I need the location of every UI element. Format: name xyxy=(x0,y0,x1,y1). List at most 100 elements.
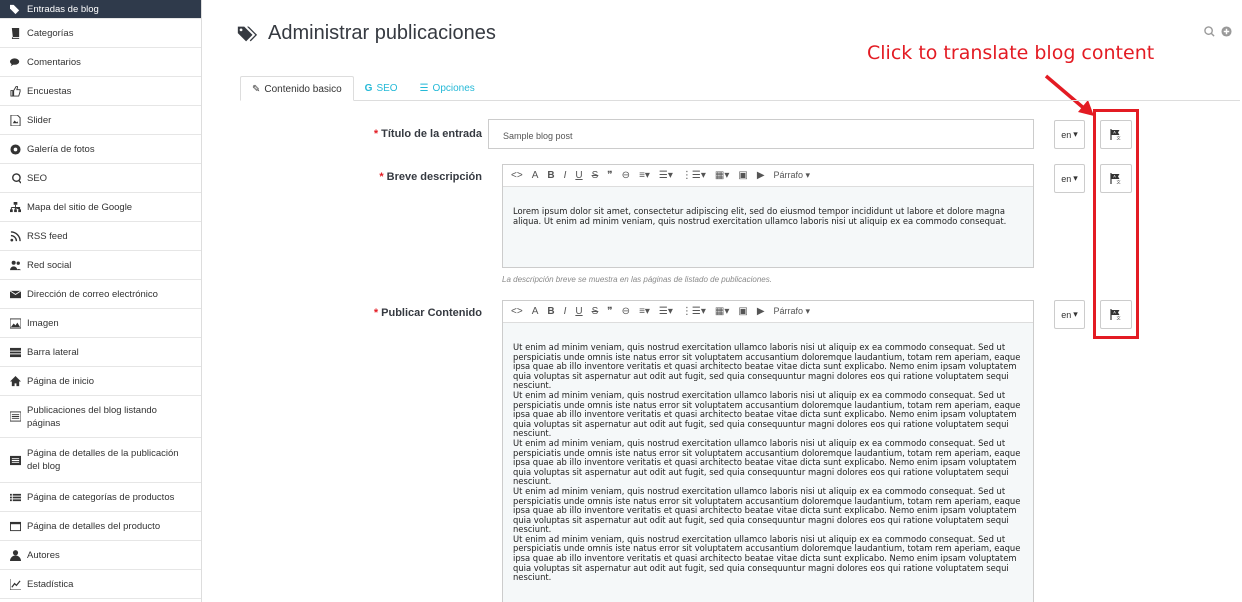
sitemap-icon xyxy=(8,201,22,213)
sidebar-item[interactable]: SEO xyxy=(0,164,201,193)
list-page-icon xyxy=(8,411,22,422)
sidebar-item[interactable]: Página de detalles del producto xyxy=(0,512,201,541)
table-icon[interactable]: ▦▾ xyxy=(715,306,729,317)
format-dropdown-label: Párrafo xyxy=(773,170,804,180)
sidebar-item-label: Publicaciones del blog listando páginas xyxy=(27,404,157,429)
link-icon[interactable]: ⊖ xyxy=(622,170,630,181)
italic-icon[interactable]: I xyxy=(564,170,567,181)
chart-icon xyxy=(8,578,22,590)
sidebar-item[interactable]: Slider xyxy=(0,106,201,135)
sidebar-item[interactable]: RSS feed xyxy=(0,222,201,251)
italic-icon[interactable]: I xyxy=(564,306,567,317)
content-editor[interactable]: <> A B I U S ❞ ⊖ ≡▾ ☰▾ ⋮☰▾ ▦▾ ▣ ▶ Párrafo ▾ Ut enim ad… xyxy=(502,300,1034,602)
bullet-list-icon[interactable]: ☰▾ xyxy=(659,306,673,317)
content-paragraph: Ut enim ad minim veniam, quis nostrud ex… xyxy=(513,389,1021,439)
content-paragraph: Ut enim ad minim veniam, quis nostrud ex… xyxy=(513,342,1021,391)
underline-icon[interactable]: U xyxy=(575,306,582,317)
short-desc-label: * Breve descripción xyxy=(379,171,482,183)
sidebar-item[interactable]: Página de detalles de la publicación del… xyxy=(0,438,201,483)
list-icon: ☰ xyxy=(419,83,429,94)
thumbs-up-icon xyxy=(8,85,22,97)
zoom-icon[interactable] xyxy=(1204,26,1215,37)
image-icon[interactable]: ▣ xyxy=(738,306,747,317)
sidebar-item[interactable]: Comentarios xyxy=(0,48,201,77)
users-icon xyxy=(8,260,22,271)
short-desc-text[interactable]: Lorem ipsum dolor sit amet, consectetur … xyxy=(503,187,1033,226)
short-desc-help: La descripción breve se muestra en las p… xyxy=(502,275,772,284)
sidebar-item-label: Mapa del sitio de Google xyxy=(27,201,133,213)
image-icon[interactable]: ▣ xyxy=(738,170,747,181)
tags-icon xyxy=(8,4,22,15)
content-lang-dropdown[interactable]: en ▾ xyxy=(1054,300,1085,329)
short-desc-editor[interactable]: <> A B I U S ❞ ⊖ ≡▾ ☰▾ ⋮☰▾ ▦▾ ▣ ▶ Párrafo ▾ Lorem ipsu… xyxy=(502,164,1034,268)
picture-icon xyxy=(8,317,22,329)
edit-icon: ✎ xyxy=(252,84,261,95)
sidebar-item-label: Estadística xyxy=(27,578,74,590)
sidebar-item[interactable]: Red social xyxy=(0,251,201,280)
numbered-list-icon[interactable]: ⋮☰▾ xyxy=(682,170,706,181)
title-input-value: Sample blog post xyxy=(503,131,573,141)
content-label: * Publicar Contenido xyxy=(373,307,482,319)
bullet-list-icon[interactable]: ☰▾ xyxy=(659,170,673,181)
title-input[interactable]: Sample blog post xyxy=(488,119,1034,149)
code-icon[interactable]: <> xyxy=(511,306,523,317)
tab-label: Contenido basico xyxy=(264,84,342,95)
sidebar-item[interactable]: Página de categorías de productos xyxy=(0,483,201,512)
media-icon[interactable]: ▶ xyxy=(757,170,765,181)
sidebar-item[interactable]: Encuestas xyxy=(0,77,201,106)
google-icon: G xyxy=(364,83,373,94)
text-color-icon[interactable]: A xyxy=(532,170,539,181)
sidebar-item-label: Galería de fotos xyxy=(27,143,95,155)
media-icon[interactable]: ▶ xyxy=(757,306,765,317)
sidebar: Entradas de blog Categorías Comentarios Enc… xyxy=(0,0,202,602)
sidebar-item[interactable]: Dirección de correo electrónico xyxy=(0,280,201,309)
sidebar-item[interactable]: Entradas de blog xyxy=(0,0,201,19)
sidebar-item[interactable]: Categorías xyxy=(0,19,201,48)
sidebar-item[interactable]: Página de inicio xyxy=(0,367,201,396)
strikethrough-icon[interactable]: S xyxy=(592,306,599,317)
sidebar-item[interactable]: Autores xyxy=(0,541,201,570)
tab-seo[interactable]: G SEO xyxy=(354,76,409,101)
format-dropdown[interactable]: Párrafo ▾ xyxy=(774,306,811,317)
table-icon[interactable]: ▦▾ xyxy=(715,170,729,181)
format-dropdown[interactable]: Párrafo ▾ xyxy=(774,170,811,181)
align-icon[interactable]: ≡▾ xyxy=(639,170,650,181)
short-desc-lang-dropdown[interactable]: en ▾ xyxy=(1054,164,1085,193)
sidebar-item-label: Barra lateral xyxy=(27,346,79,358)
tab-opciones[interactable]: ☰ Opciones xyxy=(409,76,486,101)
link-icon[interactable]: ⊖ xyxy=(622,306,630,317)
sidebar-item[interactable]: Imagen xyxy=(0,309,201,338)
header-icons xyxy=(1204,26,1232,37)
list-icon xyxy=(8,492,22,503)
content-paragraph: Ut enim ad minim veniam, quis nostrud ex… xyxy=(513,533,1021,583)
code-icon[interactable]: <> xyxy=(511,170,523,181)
align-icon[interactable]: ≡▾ xyxy=(639,306,650,317)
tags-icon xyxy=(237,26,258,41)
title-lang-dropdown[interactable]: en ▾ xyxy=(1054,120,1085,149)
sidebar-item[interactable]: Galería de fotos xyxy=(0,135,201,164)
rss-icon xyxy=(8,230,22,242)
content-paragraph: Ut enim ad minim veniam, quis nostrud ex… xyxy=(513,485,1021,535)
sidebar-item-label: Red social xyxy=(27,259,72,271)
content-text[interactable]: Ut enim ad minim veniam, quis nostrud ex… xyxy=(503,323,1033,583)
text-color-icon[interactable]: A xyxy=(532,306,539,317)
quote-icon[interactable]: ❞ xyxy=(607,170,612,181)
envelope-icon xyxy=(8,289,22,300)
page-title: Administrar publicaciones xyxy=(236,22,496,45)
window-icon xyxy=(8,521,22,532)
add-circle-icon[interactable] xyxy=(1221,26,1232,37)
bold-icon[interactable]: B xyxy=(547,170,554,181)
numbered-list-icon[interactable]: ⋮☰▾ xyxy=(682,306,706,317)
user-icon xyxy=(8,549,22,561)
bold-icon[interactable]: B xyxy=(547,306,554,317)
tab-contenido-basico[interactable]: ✎ Contenido basico xyxy=(240,76,354,101)
sidebar-item[interactable]: Mapa del sitio de Google xyxy=(0,193,201,222)
sidebar-item[interactable]: Barra lateral xyxy=(0,338,201,367)
format-dropdown-label: Párrafo xyxy=(773,306,804,316)
sidebar-item[interactable]: Estadística xyxy=(0,570,201,599)
quote-icon[interactable]: ❞ xyxy=(607,306,612,317)
underline-icon[interactable]: U xyxy=(575,170,582,181)
strikethrough-icon[interactable]: S xyxy=(592,170,599,181)
sidebar-item[interactable]: Publicaciones del blog listando páginas xyxy=(0,396,201,438)
annotation-highlight-box xyxy=(1093,109,1139,339)
